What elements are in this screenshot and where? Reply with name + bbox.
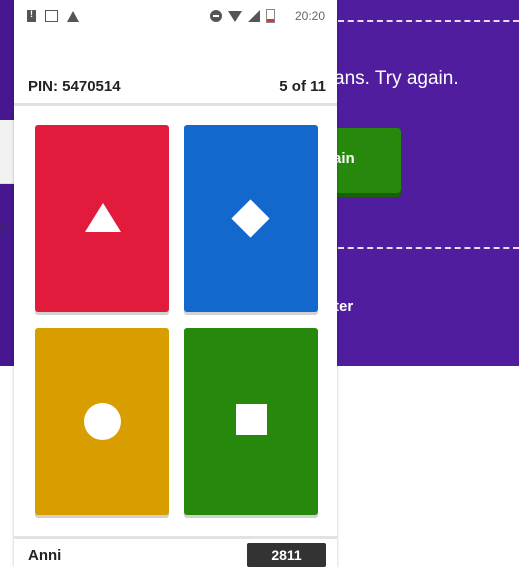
warning-icon: [67, 10, 79, 22]
status-time: 20:20: [294, 9, 325, 23]
sd-card-icon: [27, 9, 36, 22]
signal-icon: [247, 10, 260, 22]
triangle-icon: [85, 203, 121, 232]
game-pin: PIN: 5470514: [28, 78, 121, 95]
header-divider: [14, 103, 337, 106]
do-not-disturb-icon: [209, 10, 222, 22]
player-name: Anni: [28, 547, 62, 564]
question-progress: 5 of 11: [279, 78, 326, 95]
left-edge-purple-panel: [0, 12, 12, 120]
dashed-divider-bottom: [338, 247, 519, 249]
left-edge-text: s: [0, 222, 6, 233]
footer-divider: [14, 536, 337, 539]
wifi-icon: [227, 10, 242, 22]
game-header: PIN: 5470514 5 of 11: [14, 72, 337, 102]
left-edge-gray-panel: [0, 120, 14, 184]
dashed-divider-top: [338, 20, 519, 22]
square-icon: [236, 404, 267, 435]
image-icon: [45, 10, 58, 22]
answer-blue-diamond[interactable]: [184, 125, 318, 312]
background-message: ans. Try again.: [334, 68, 459, 89]
answer-green-square[interactable]: [184, 328, 318, 515]
score-badge: 2811: [247, 543, 326, 567]
answer-red-triangle[interactable]: [35, 125, 169, 312]
phone-screen: 20:20 PIN: 5470514 5 of 11 Anni 2811: [14, 0, 337, 567]
diamond-icon: [231, 199, 270, 238]
status-bar: 20:20: [14, 0, 337, 34]
circle-icon: [84, 403, 121, 440]
battery-low-icon: [265, 9, 275, 23]
answer-yellow-circle[interactable]: [35, 328, 169, 515]
